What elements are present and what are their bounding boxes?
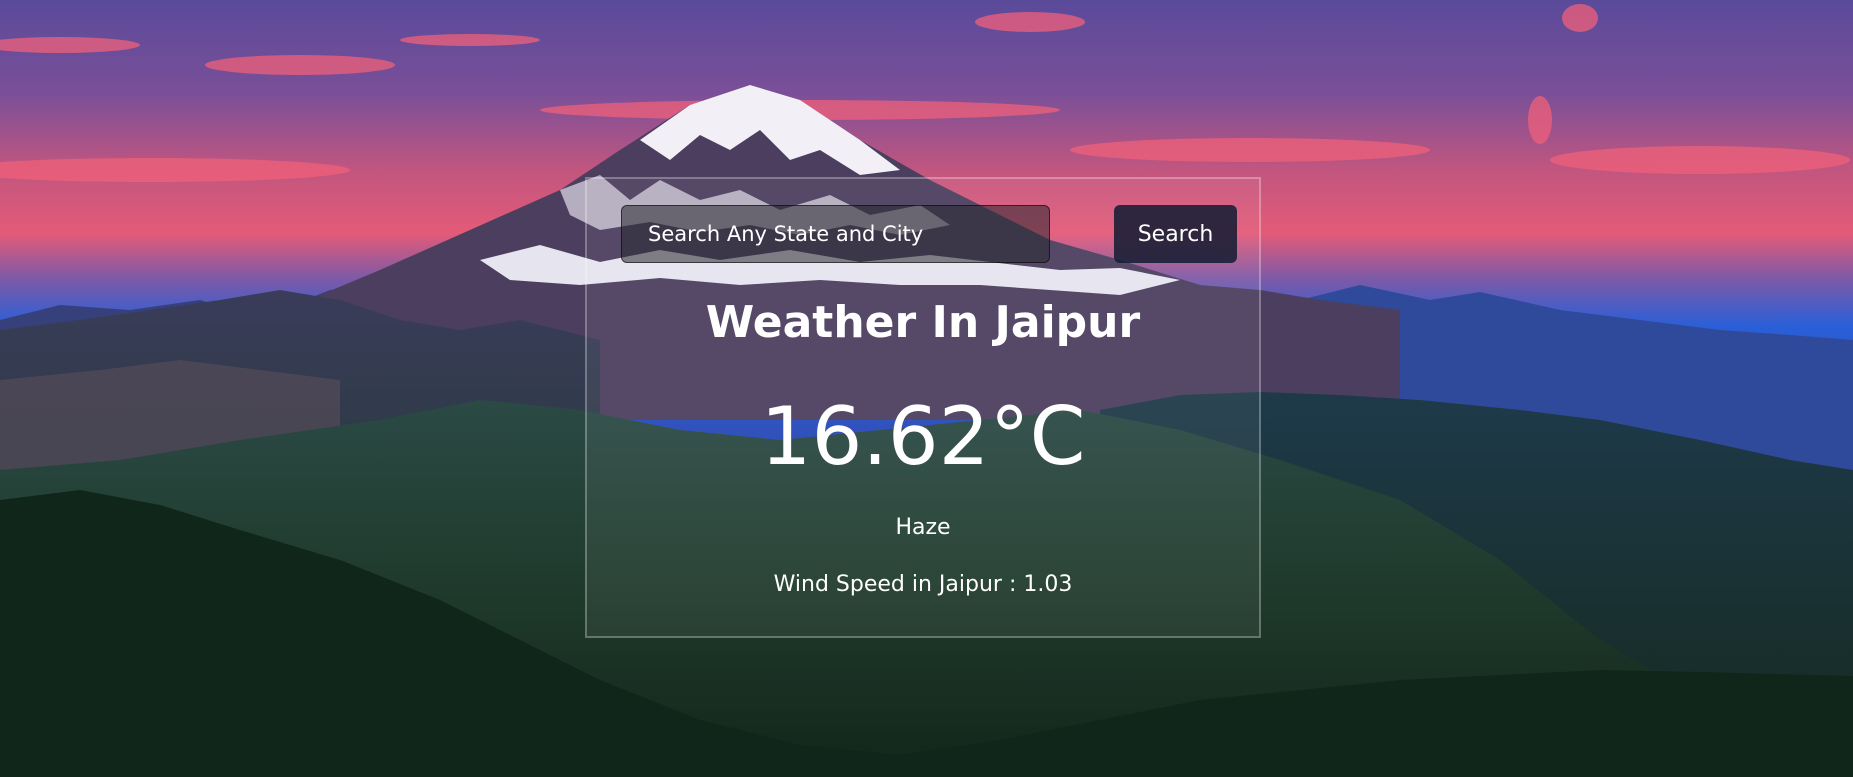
search-bar: Search <box>621 205 1237 265</box>
weather-title: Weather In Jaipur <box>705 297 1141 348</box>
weather-condition: Haze <box>895 515 951 540</box>
wind-speed: Wind Speed in Jaipur : 1.03 <box>773 572 1073 597</box>
temperature-value: 16.62°C <box>760 390 1086 483</box>
weather-card: Search Weather In Jaipur 16.62°C Haze Wi… <box>585 177 1261 638</box>
search-button[interactable]: Search <box>1114 205 1237 263</box>
search-input[interactable] <box>621 205 1050 263</box>
